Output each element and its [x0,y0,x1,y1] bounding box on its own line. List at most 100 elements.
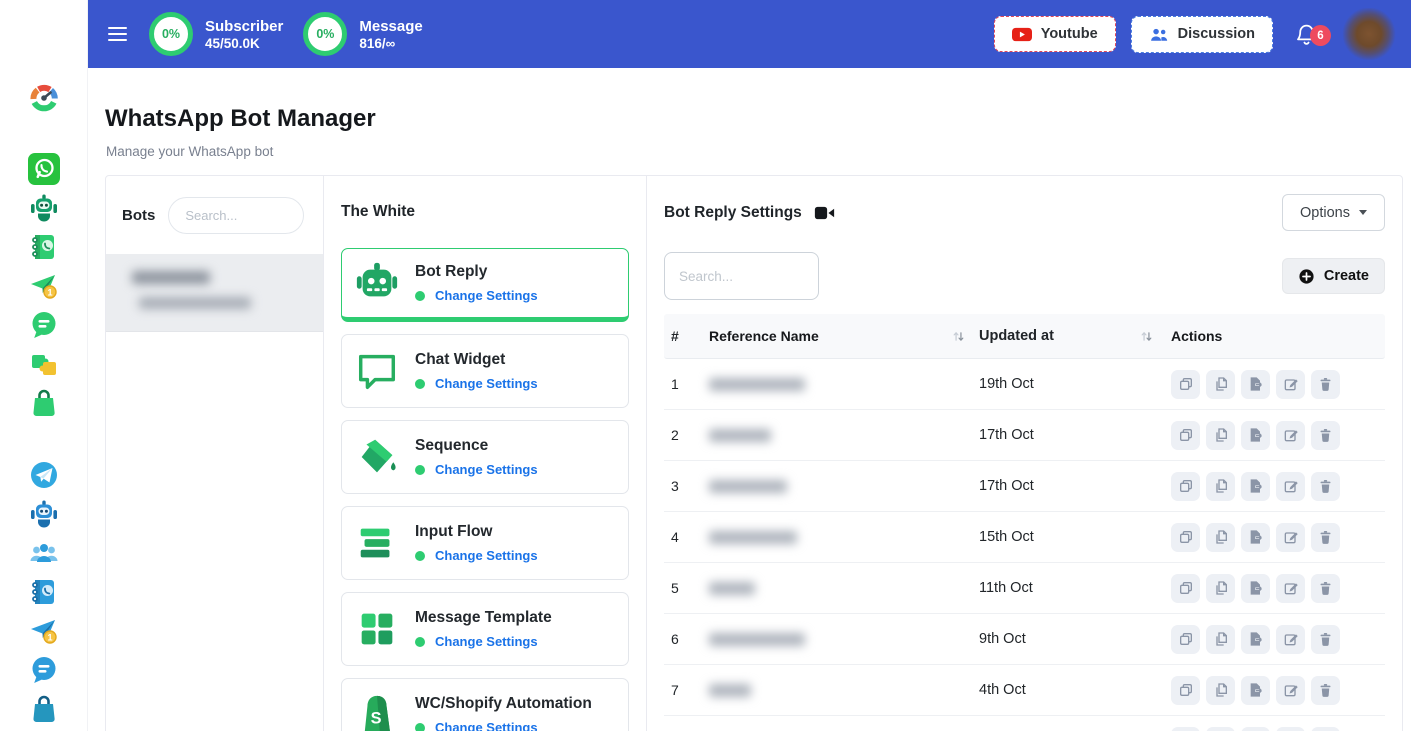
copy-button[interactable] [1171,676,1200,705]
bot-list-item-selected[interactable] [106,254,323,332]
delete-button[interactable] [1311,472,1340,501]
create-button[interactable]: Create [1282,258,1385,294]
telegram-chat-icon[interactable] [27,653,61,687]
delete-button[interactable] [1311,727,1340,731]
delete-button[interactable] [1311,370,1340,399]
whatsapp-bot-icon[interactable] [27,191,61,225]
edit-button[interactable] [1276,574,1305,603]
stat-label: Subscriber [205,17,283,37]
row-number: 1 [664,376,709,392]
sort-icon[interactable] [952,330,965,343]
feature-card-message-template[interactable]: Message TemplateChange Settings [341,592,629,666]
export-button[interactable] [1241,676,1270,705]
delete-button[interactable] [1311,574,1340,603]
whatsapp-chat-icon[interactable] [27,308,61,342]
edit-button[interactable] [1276,676,1305,705]
edit-button[interactable] [1276,625,1305,654]
reply-search-input[interactable] [664,252,819,300]
delete-button[interactable] [1311,523,1340,552]
delete-button[interactable] [1311,421,1340,450]
settings-panel-title: Bot Reply Settings [664,204,802,222]
stat-message: 0%Message816/∞ [303,12,422,56]
export-button[interactable] [1241,574,1270,603]
copy-button[interactable] [1171,421,1200,450]
whatsapp-store-icon[interactable] [27,386,61,420]
telegram-broadcast-icon[interactable]: 1 [27,614,61,648]
feature-card-sequence[interactable]: SequenceChange Settings [341,420,629,494]
duplicate-button[interactable] [1206,472,1235,501]
duplicate-button[interactable] [1206,574,1235,603]
feature-card-title: Chat Widget [415,351,538,369]
delete-icon [1318,631,1333,647]
delete-button[interactable] [1311,676,1340,705]
export-button[interactable] [1241,472,1270,501]
redacted-reference-name [709,531,797,544]
edit-button[interactable] [1276,523,1305,552]
export-button[interactable] [1241,370,1270,399]
delete-button[interactable] [1311,625,1340,654]
duplicate-button[interactable] [1206,523,1235,552]
bots-search-input[interactable] [168,197,304,234]
feature-card-bot-reply[interactable]: Bot ReplyChange Settings [341,248,629,322]
change-settings-link[interactable]: Change Settings [435,634,538,649]
youtube-button[interactable]: Youtube [994,16,1116,52]
header-reference-name[interactable]: Reference Name [709,328,971,344]
menu-toggle-icon[interactable] [106,19,129,48]
copy-button[interactable] [1171,370,1200,399]
chevron-down-icon [1359,210,1367,215]
copy-button[interactable] [1171,574,1200,603]
copy-button[interactable] [1171,523,1200,552]
duplicate-button[interactable] [1206,625,1235,654]
table-row-partial [664,716,1385,731]
table-row: 317th Oct [664,461,1385,512]
plus-circle-icon [1298,268,1315,285]
duplicate-button[interactable] [1206,727,1235,731]
edit-button[interactable] [1276,727,1305,731]
status-dot [415,291,425,301]
duplicate-button[interactable] [1206,370,1235,399]
duplicate-icon [1213,580,1229,596]
dashboard-icon[interactable] [27,80,61,114]
export-button[interactable] [1241,421,1270,450]
telegram-contacts-icon[interactable] [27,575,61,609]
whatsapp-icon[interactable] [27,152,61,186]
notifications-button[interactable]: 6 [1294,21,1320,47]
export-button[interactable] [1241,727,1270,731]
manager-panel: Bots The White Bot ReplyChange SettingsC… [105,175,1403,731]
change-settings-link[interactable]: Change Settings [435,288,538,303]
stat-percent: 0% [162,27,180,41]
copy-icon [1178,682,1194,698]
video-camera-icon[interactable] [814,205,835,221]
duplicate-button[interactable] [1206,676,1235,705]
export-button[interactable] [1241,625,1270,654]
edit-button[interactable] [1276,421,1305,450]
header-updated-at[interactable]: Updated at [971,328,1159,344]
change-settings-link[interactable]: Change Settings [435,720,538,731]
change-settings-link[interactable]: Change Settings [435,376,538,391]
avatar[interactable] [1341,8,1397,60]
edit-button[interactable] [1276,370,1305,399]
feature-card-shopify[interactable]: SWC/Shopify AutomationChange Settings [341,678,629,731]
feature-card-input-flow[interactable]: Input FlowChange Settings [341,506,629,580]
telegram-bot-icon[interactable] [27,497,61,531]
whatsapp-contacts-icon[interactable] [27,230,61,264]
telegram-groups-icon[interactable] [27,536,61,570]
change-settings-link[interactable]: Change Settings [435,462,538,477]
copy-button[interactable] [1171,472,1200,501]
integrations-icon[interactable] [27,347,61,381]
sort-icon[interactable] [1140,330,1153,343]
discussion-button[interactable]: Discussion [1131,16,1273,53]
telegram-store-icon[interactable] [27,692,61,726]
copy-button[interactable] [1171,625,1200,654]
feature-card-chat-widget[interactable]: Chat Widget Change Settings [341,334,629,408]
copy-button[interactable] [1171,727,1200,731]
telegram-icon[interactable] [27,458,61,492]
change-settings-link[interactable]: Change Settings [435,548,538,563]
options-dropdown-button[interactable]: Options [1282,194,1385,231]
whatsapp-broadcast-icon[interactable]: 1 [27,269,61,303]
duplicate-button[interactable] [1206,421,1235,450]
export-button[interactable] [1241,523,1270,552]
duplicate-icon [1213,631,1229,647]
header-number: # [664,328,709,344]
edit-button[interactable] [1276,472,1305,501]
